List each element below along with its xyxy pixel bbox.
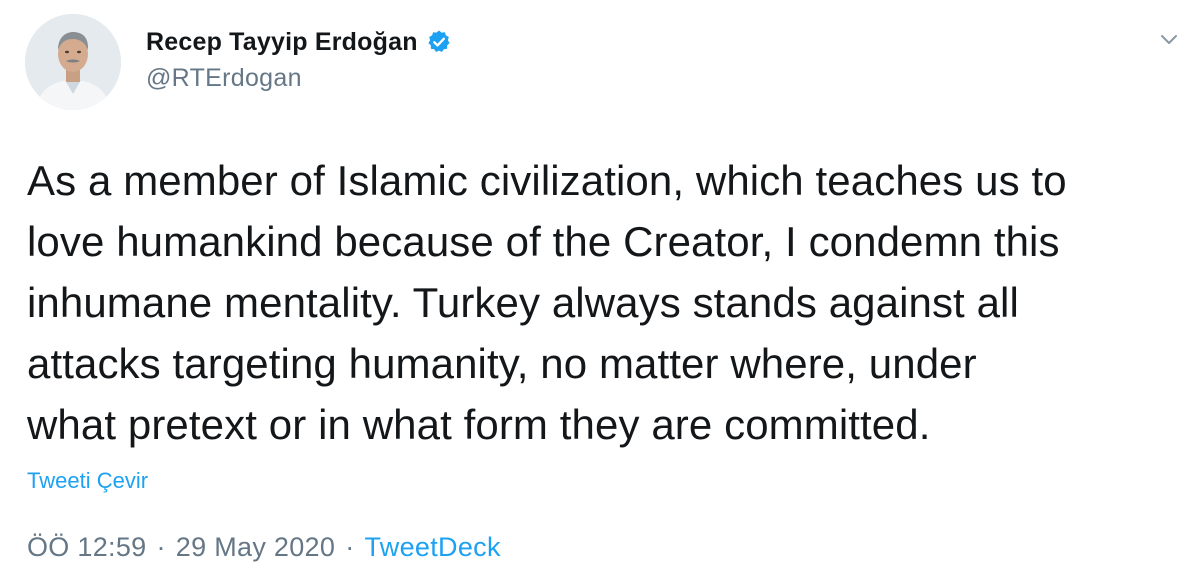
tweet-metadata: ÖÖ 12:59 · 29 May 2020 · TweetDeck bbox=[27, 532, 501, 563]
tweet-date[interactable]: 29 May 2020 bbox=[176, 532, 335, 563]
tweet-card: Recep Tayyip Erdoğan @RTErdogan As a mem… bbox=[0, 0, 1200, 577]
profile-photo bbox=[25, 14, 121, 110]
tweet-text: As a member of Islamic civilization, whi… bbox=[27, 157, 1067, 448]
name-row: Recep Tayyip Erdoğan bbox=[146, 24, 452, 60]
author-block: Recep Tayyip Erdoğan @RTErdogan bbox=[146, 24, 452, 93]
user-handle[interactable]: @RTErdogan bbox=[146, 64, 452, 93]
verified-badge-icon bbox=[426, 29, 452, 55]
separator: · bbox=[345, 532, 355, 562]
translate-tweet-link[interactable]: Tweeti Çevir bbox=[27, 468, 148, 494]
display-name[interactable]: Recep Tayyip Erdoğan bbox=[146, 28, 418, 57]
avatar[interactable] bbox=[25, 14, 121, 110]
tweet-source-link[interactable]: TweetDeck bbox=[365, 532, 501, 563]
separator: · bbox=[156, 532, 166, 562]
chevron-down-icon[interactable] bbox=[1154, 28, 1184, 52]
tweet-time[interactable]: ÖÖ 12:59 bbox=[27, 532, 146, 563]
